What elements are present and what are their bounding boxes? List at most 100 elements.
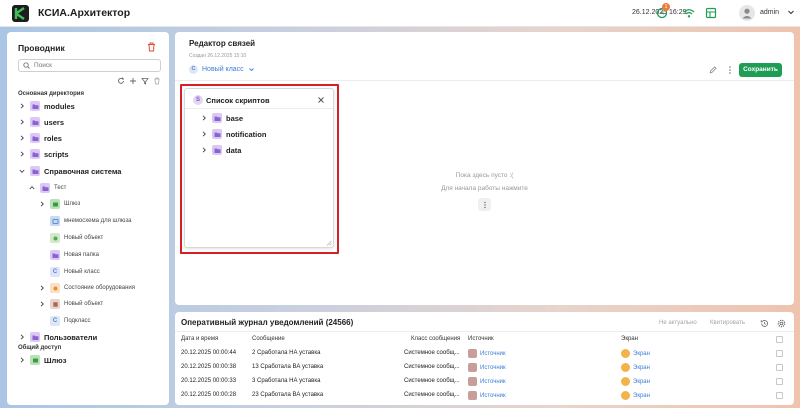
row-source[interactable]: Источник	[468, 349, 506, 358]
chevron-right-icon[interactable]	[38, 300, 46, 308]
row-screen[interactable]: Экран	[621, 391, 650, 400]
tree-item-mnemo[interactable]: мнемосхема для шлюза	[38, 215, 131, 227]
chevron-right-icon[interactable]	[18, 333, 26, 341]
screen-icon	[621, 349, 630, 358]
refresh-icon[interactable]	[117, 77, 125, 85]
close-icon[interactable]	[317, 96, 325, 104]
source-link[interactable]: Источник	[480, 351, 506, 357]
not-actual-button[interactable]: Не актуально	[659, 320, 697, 326]
tree-item-label: Справочная система	[44, 166, 122, 176]
chevron-down-icon[interactable]	[18, 167, 26, 175]
avatar[interactable]	[739, 5, 755, 21]
trash-icon[interactable]	[147, 42, 156, 52]
editor-title: Редактор связей	[189, 39, 256, 48]
tree-item-test[interactable]: Тест	[28, 182, 66, 194]
tree-item-label: Подкласс	[64, 318, 91, 324]
tree-item-new-object-2[interactable]: Новый объект	[38, 298, 103, 310]
row-checkbox[interactable]	[776, 378, 783, 385]
resize-handle-icon[interactable]	[326, 240, 332, 246]
tree-item-modules[interactable]: modules	[18, 100, 75, 112]
script-folder-base[interactable]: base	[200, 112, 243, 124]
gear-icon[interactable]	[777, 319, 786, 328]
tree-item-shared-gateway[interactable]: Шлюз	[18, 354, 66, 366]
script-icon: S	[193, 95, 203, 105]
more-vertical-icon	[483, 201, 486, 208]
row-screen[interactable]: Экран	[621, 349, 650, 358]
screen-icon	[621, 391, 630, 400]
empty-state-menu-button[interactable]	[478, 198, 491, 211]
save-button[interactable]: Сохранить	[739, 63, 782, 77]
pencil-icon[interactable]	[709, 66, 717, 74]
search-input[interactable]	[34, 62, 154, 69]
source-link[interactable]: Источник	[480, 393, 506, 399]
chevron-right-icon[interactable]	[38, 200, 46, 208]
script-folder-label: data	[226, 145, 242, 155]
chevron-down-icon[interactable]	[248, 66, 255, 73]
filter-icon[interactable]	[141, 77, 149, 85]
chevron-right-icon[interactable]	[18, 356, 26, 364]
tree-item-new-folder[interactable]: Новая папка	[38, 249, 99, 261]
class-selector[interactable]: C Новый класс	[189, 65, 255, 74]
add-icon[interactable]	[129, 77, 137, 85]
chevron-down-icon[interactable]	[787, 8, 795, 16]
screen-link[interactable]: Экран	[633, 365, 650, 371]
tree-item-gateway[interactable]: Шлюз	[38, 198, 80, 210]
select-all-checkbox[interactable]	[776, 336, 783, 343]
script-folder-data[interactable]: data	[200, 144, 241, 156]
tree-item-equipment-state[interactable]: Состояние оборудования	[38, 282, 135, 294]
divider	[175, 331, 794, 332]
column-header-message: Сообщение	[252, 336, 285, 342]
chevron-right-icon[interactable]	[200, 114, 208, 122]
table-view-icon[interactable]	[705, 7, 717, 19]
row-screen[interactable]: Экран	[621, 377, 650, 386]
sidebar-actions	[117, 77, 161, 85]
tree-item-new-class[interactable]: C Новый класс	[38, 266, 100, 278]
screen-link[interactable]: Экран	[633, 351, 650, 357]
class-icon: C	[189, 65, 198, 74]
tree-item-scripts[interactable]: scripts	[18, 148, 69, 160]
screen-icon	[621, 363, 630, 372]
tree-item-label: roles	[44, 133, 62, 143]
section-main-directory: Основная директория	[18, 91, 84, 97]
row-source[interactable]: Источник	[468, 363, 506, 372]
object-icon	[50, 233, 60, 243]
chevron-right-icon[interactable]	[18, 102, 26, 110]
row-source[interactable]: Источник	[468, 391, 506, 400]
chevron-right-icon[interactable]	[200, 146, 208, 154]
wifi-icon[interactable]	[683, 7, 695, 19]
tree-item-reference-system[interactable]: Справочная система	[18, 165, 121, 177]
chevron-right-icon[interactable]	[18, 134, 26, 142]
row-source[interactable]: Источник	[468, 377, 506, 386]
delete-icon[interactable]	[153, 77, 161, 85]
user-icon	[742, 8, 752, 19]
tree-item-roles[interactable]: roles	[18, 132, 62, 144]
chevron-right-icon[interactable]	[200, 130, 208, 138]
tree-item-new-object[interactable]: Новый объект	[38, 232, 103, 244]
tree-item-users-folder[interactable]: Пользователи	[18, 331, 97, 343]
search-box[interactable]	[18, 59, 161, 72]
class-name[interactable]: Новый класс	[202, 66, 244, 73]
more-vertical-icon[interactable]	[726, 65, 734, 75]
script-folder-notification[interactable]: notification	[200, 128, 266, 140]
screen-link[interactable]: Экран	[633, 393, 650, 399]
folder-icon	[212, 129, 222, 139]
screen-link[interactable]: Экран	[633, 379, 650, 385]
folder-icon	[30, 101, 40, 111]
folder-icon	[30, 149, 40, 159]
row-class: Системное сообщ...	[404, 350, 460, 356]
tree-item-subclass[interactable]: C Подкласс	[38, 315, 91, 327]
acknowledge-button[interactable]: Квитировать	[710, 320, 745, 326]
history-icon[interactable]	[760, 319, 769, 328]
row-checkbox[interactable]	[776, 364, 783, 371]
row-checkbox[interactable]	[776, 392, 783, 399]
tree-item-users[interactable]: users	[18, 116, 64, 128]
username[interactable]: admin	[760, 9, 779, 16]
chevron-right-icon[interactable]	[18, 118, 26, 126]
row-checkbox[interactable]	[776, 350, 783, 357]
chevron-up-icon[interactable]	[28, 184, 36, 192]
chevron-right-icon[interactable]	[38, 284, 46, 292]
source-link[interactable]: Источник	[480, 379, 506, 385]
chevron-right-icon[interactable]	[18, 150, 26, 158]
row-screen[interactable]: Экран	[621, 363, 650, 372]
source-link[interactable]: Источник	[480, 365, 506, 371]
